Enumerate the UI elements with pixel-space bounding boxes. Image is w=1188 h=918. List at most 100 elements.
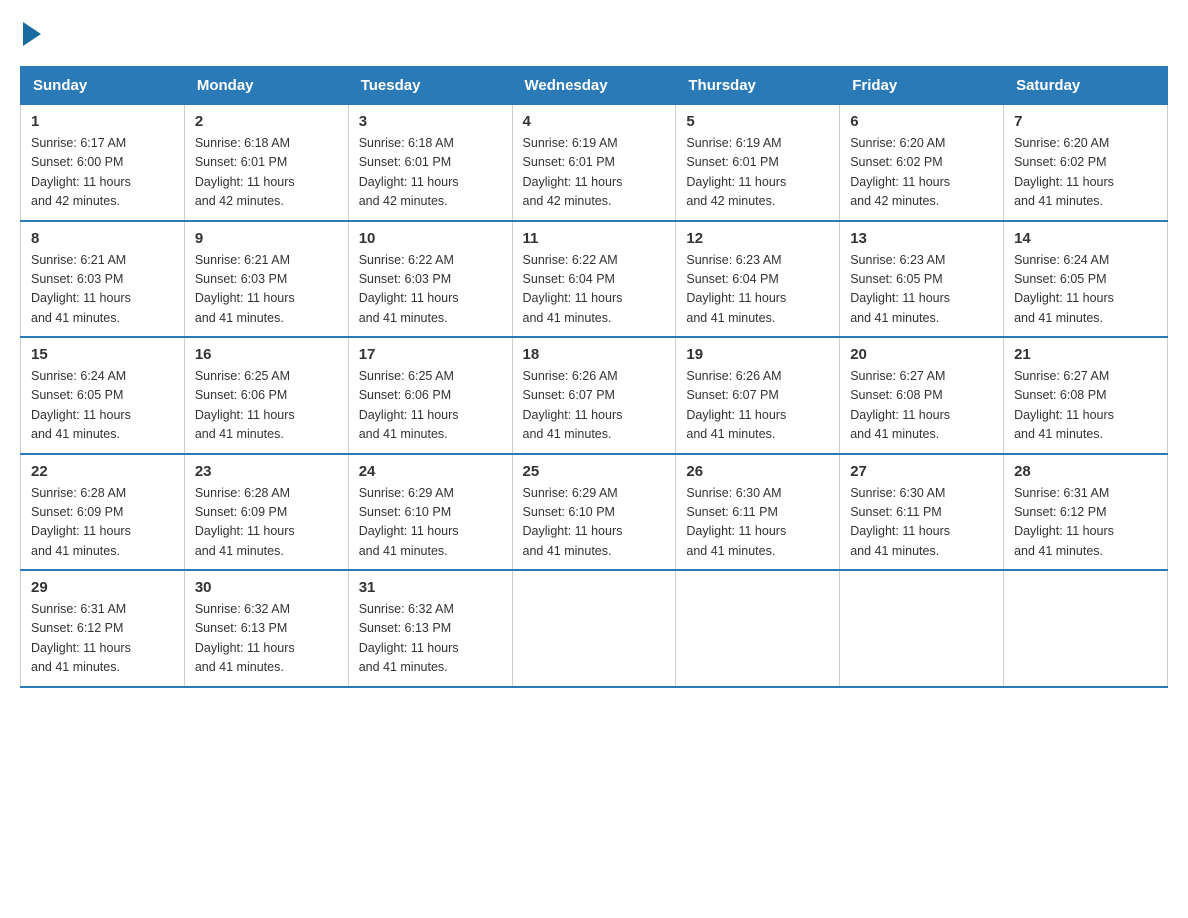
calendar-cell: 1 Sunrise: 6:17 AMSunset: 6:00 PMDaylight… xyxy=(21,105,185,221)
day-header-friday: Friday xyxy=(840,67,1004,105)
day-header-monday: Monday xyxy=(184,67,348,105)
day-info: Sunrise: 6:22 AMSunset: 6:04 PMDaylight:… xyxy=(523,251,666,329)
day-info: Sunrise: 6:32 AMSunset: 6:13 PMDaylight:… xyxy=(359,600,502,678)
calendar-week-row: 8 Sunrise: 6:21 AMSunset: 6:03 PMDaylight… xyxy=(21,221,1168,338)
day-info: Sunrise: 6:24 AMSunset: 6:05 PMDaylight:… xyxy=(1014,251,1157,329)
calendar-cell: 31 Sunrise: 6:32 AMSunset: 6:13 PMDayligh… xyxy=(348,570,512,687)
day-header-tuesday: Tuesday xyxy=(348,67,512,105)
day-info: Sunrise: 6:19 AMSunset: 6:01 PMDaylight:… xyxy=(523,134,666,212)
calendar-cell: 30 Sunrise: 6:32 AMSunset: 6:13 PMDayligh… xyxy=(184,570,348,687)
calendar-week-row: 22 Sunrise: 6:28 AMSunset: 6:09 PMDayligh… xyxy=(21,454,1168,571)
calendar-week-row: 1 Sunrise: 6:17 AMSunset: 6:00 PMDaylight… xyxy=(21,105,1168,221)
logo-arrow-icon xyxy=(23,22,41,46)
day-info: Sunrise: 6:32 AMSunset: 6:13 PMDaylight:… xyxy=(195,600,338,678)
day-number: 6 xyxy=(850,113,993,130)
day-info: Sunrise: 6:25 AMSunset: 6:06 PMDaylight:… xyxy=(195,367,338,445)
day-number: 9 xyxy=(195,230,338,247)
calendar-cell xyxy=(1004,570,1168,687)
day-info: Sunrise: 6:28 AMSunset: 6:09 PMDaylight:… xyxy=(195,484,338,562)
day-number: 7 xyxy=(1014,113,1157,130)
calendar-cell: 4 Sunrise: 6:19 AMSunset: 6:01 PMDaylight… xyxy=(512,105,676,221)
day-info: Sunrise: 6:22 AMSunset: 6:03 PMDaylight:… xyxy=(359,251,502,329)
calendar-cell: 8 Sunrise: 6:21 AMSunset: 6:03 PMDaylight… xyxy=(21,221,185,338)
day-info: Sunrise: 6:31 AMSunset: 6:12 PMDaylight:… xyxy=(1014,484,1157,562)
day-number: 25 xyxy=(523,463,666,480)
day-number: 20 xyxy=(850,346,993,363)
day-number: 4 xyxy=(523,113,666,130)
day-info: Sunrise: 6:30 AMSunset: 6:11 PMDaylight:… xyxy=(686,484,829,562)
day-number: 10 xyxy=(359,230,502,247)
calendar-cell: 12 Sunrise: 6:23 AMSunset: 6:04 PMDayligh… xyxy=(676,221,840,338)
day-number: 16 xyxy=(195,346,338,363)
day-info: Sunrise: 6:23 AMSunset: 6:04 PMDaylight:… xyxy=(686,251,829,329)
calendar-week-row: 15 Sunrise: 6:24 AMSunset: 6:05 PMDayligh… xyxy=(21,337,1168,454)
day-info: Sunrise: 6:29 AMSunset: 6:10 PMDaylight:… xyxy=(523,484,666,562)
calendar-cell: 18 Sunrise: 6:26 AMSunset: 6:07 PMDayligh… xyxy=(512,337,676,454)
calendar-cell: 17 Sunrise: 6:25 AMSunset: 6:06 PMDayligh… xyxy=(348,337,512,454)
day-header-thursday: Thursday xyxy=(676,67,840,105)
day-info: Sunrise: 6:19 AMSunset: 6:01 PMDaylight:… xyxy=(686,134,829,212)
calendar-cell: 19 Sunrise: 6:26 AMSunset: 6:07 PMDayligh… xyxy=(676,337,840,454)
calendar-cell: 28 Sunrise: 6:31 AMSunset: 6:12 PMDayligh… xyxy=(1004,454,1168,571)
calendar-cell: 26 Sunrise: 6:30 AMSunset: 6:11 PMDayligh… xyxy=(676,454,840,571)
day-info: Sunrise: 6:17 AMSunset: 6:00 PMDaylight:… xyxy=(31,134,174,212)
day-number: 30 xyxy=(195,579,338,596)
day-header-sunday: Sunday xyxy=(21,67,185,105)
day-info: Sunrise: 6:30 AMSunset: 6:11 PMDaylight:… xyxy=(850,484,993,562)
day-number: 2 xyxy=(195,113,338,130)
page-header xyxy=(20,20,1168,46)
calendar-week-row: 29Sunrise: 6:31 AMSunset: 6:12 PMDayligh… xyxy=(21,570,1168,687)
day-info: Sunrise: 6:25 AMSunset: 6:06 PMDaylight:… xyxy=(359,367,502,445)
day-info: Sunrise: 6:18 AMSunset: 6:01 PMDaylight:… xyxy=(359,134,502,212)
day-number: 8 xyxy=(31,230,174,247)
day-number: 12 xyxy=(686,230,829,247)
day-info: Sunrise: 6:23 AMSunset: 6:05 PMDaylight:… xyxy=(850,251,993,329)
calendar-cell: 6Sunrise: 6:20 AMSunset: 6:02 PMDaylight… xyxy=(840,105,1004,221)
calendar-cell: 22 Sunrise: 6:28 AMSunset: 6:09 PMDayligh… xyxy=(21,454,185,571)
calendar-cell: 23 Sunrise: 6:28 AMSunset: 6:09 PMDayligh… xyxy=(184,454,348,571)
calendar-cell: 24Sunrise: 6:29 AMSunset: 6:10 PMDayligh… xyxy=(348,454,512,571)
calendar-cell xyxy=(676,570,840,687)
calendar-cell: 21 Sunrise: 6:27 AMSunset: 6:08 PMDayligh… xyxy=(1004,337,1168,454)
day-info: Sunrise: 6:18 AMSunset: 6:01 PMDaylight:… xyxy=(195,134,338,212)
day-number: 28 xyxy=(1014,463,1157,480)
day-number: 17 xyxy=(359,346,502,363)
day-number: 21 xyxy=(1014,346,1157,363)
day-number: 14 xyxy=(1014,230,1157,247)
calendar-cell: 2 Sunrise: 6:18 AMSunset: 6:01 PMDaylight… xyxy=(184,105,348,221)
day-header-wednesday: Wednesday xyxy=(512,67,676,105)
day-info: Sunrise: 6:28 AMSunset: 6:09 PMDaylight:… xyxy=(31,484,174,562)
calendar-header-row: SundayMondayTuesdayWednesdayThursdayFrid… xyxy=(21,67,1168,105)
day-info: Sunrise: 6:26 AMSunset: 6:07 PMDaylight:… xyxy=(523,367,666,445)
day-number: 3 xyxy=(359,113,502,130)
day-info: Sunrise: 6:21 AMSunset: 6:03 PMDaylight:… xyxy=(31,251,174,329)
day-number: 15 xyxy=(31,346,174,363)
calendar-cell xyxy=(512,570,676,687)
day-number: 26 xyxy=(686,463,829,480)
calendar-cell: 15 Sunrise: 6:24 AMSunset: 6:05 PMDayligh… xyxy=(21,337,185,454)
day-info: Sunrise: 6:27 AMSunset: 6:08 PMDaylight:… xyxy=(850,367,993,445)
calendar-cell: 7 Sunrise: 6:20 AMSunset: 6:02 PMDaylight… xyxy=(1004,105,1168,221)
day-info: Sunrise: 6:24 AMSunset: 6:05 PMDaylight:… xyxy=(31,367,174,445)
calendar-cell: 10 Sunrise: 6:22 AMSunset: 6:03 PMDayligh… xyxy=(348,221,512,338)
calendar-cell: 25 Sunrise: 6:29 AMSunset: 6:10 PMDayligh… xyxy=(512,454,676,571)
day-number: 31 xyxy=(359,579,502,596)
calendar-cell: 14 Sunrise: 6:24 AMSunset: 6:05 PMDayligh… xyxy=(1004,221,1168,338)
day-number: 1 xyxy=(31,113,174,130)
day-info: Sunrise: 6:27 AMSunset: 6:08 PMDaylight:… xyxy=(1014,367,1157,445)
day-number: 29 xyxy=(31,579,174,596)
day-info: Sunrise: 6:26 AMSunset: 6:07 PMDaylight:… xyxy=(686,367,829,445)
calendar-cell xyxy=(840,570,1004,687)
calendar-table: SundayMondayTuesdayWednesdayThursdayFrid… xyxy=(20,66,1168,688)
calendar-cell: 11 Sunrise: 6:22 AMSunset: 6:04 PMDayligh… xyxy=(512,221,676,338)
day-info: Sunrise: 6:21 AMSunset: 6:03 PMDaylight:… xyxy=(195,251,338,329)
day-info: Sunrise: 6:20 AMSunset: 6:02 PMDaylight:… xyxy=(1014,134,1157,212)
day-number: 23 xyxy=(195,463,338,480)
day-number: 22 xyxy=(31,463,174,480)
day-number: 19 xyxy=(686,346,829,363)
day-number: 18 xyxy=(523,346,666,363)
day-number: 11 xyxy=(523,230,666,247)
day-info: Sunrise: 6:29 AMSunset: 6:10 PMDaylight:… xyxy=(359,484,502,562)
day-header-saturday: Saturday xyxy=(1004,67,1168,105)
calendar-cell: 20 Sunrise: 6:27 AMSunset: 6:08 PMDayligh… xyxy=(840,337,1004,454)
